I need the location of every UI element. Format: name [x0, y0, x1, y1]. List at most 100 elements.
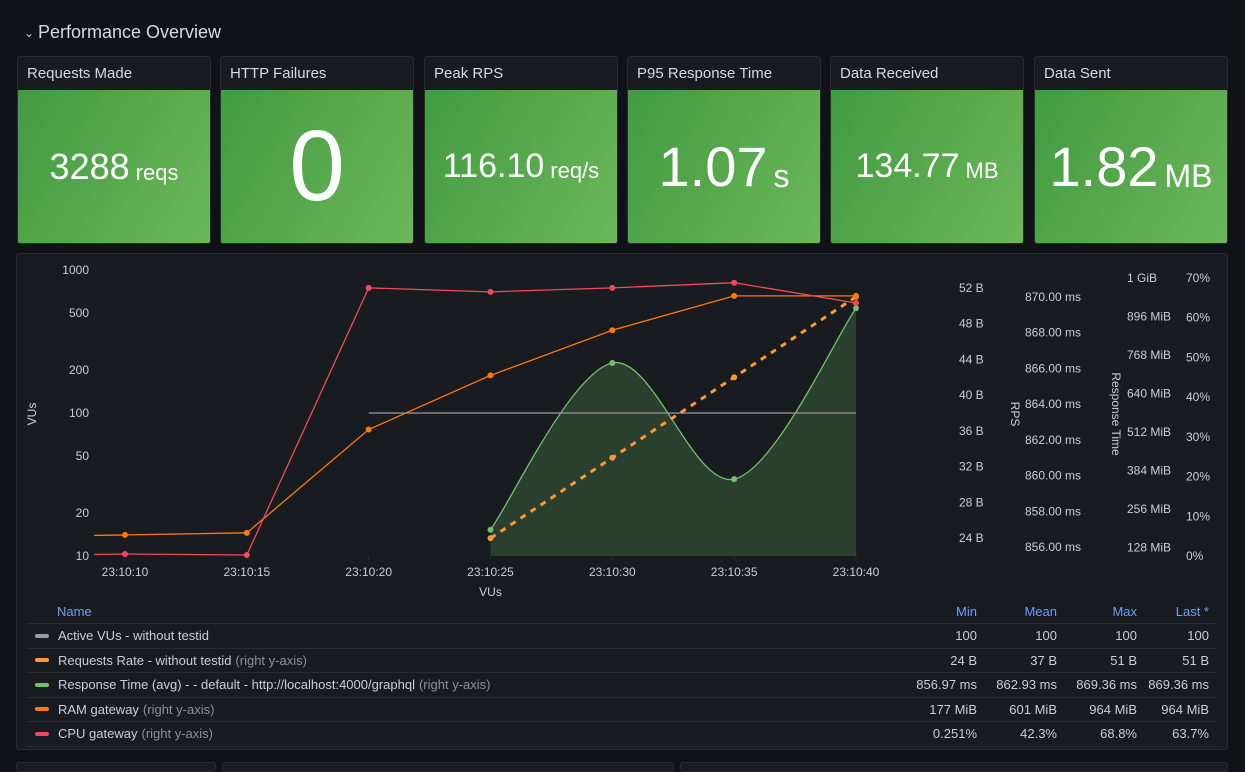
- series-color-swatch[interactable]: [35, 707, 49, 712]
- x-tick-label: 23:10:40: [833, 565, 880, 579]
- row-header-performance-overview[interactable]: ⌄ Performance Overview: [24, 20, 221, 44]
- series-area-fill: [490, 308, 856, 556]
- y-right1-tick-label: 40 B: [959, 388, 984, 402]
- next-panel-edge: [680, 762, 1228, 772]
- stat-value: 1.82: [1049, 135, 1159, 198]
- stat-panel-p95-response-time[interactable]: P95 Response Time 1.07 s: [627, 56, 821, 244]
- legend-series-label: Active VUs - without testid: [58, 628, 209, 644]
- legend-series-name[interactable]: RAM gateway (right y-axis): [27, 702, 867, 717]
- data-point: [853, 305, 859, 312]
- y-right3-tick-label: 256 MiB: [1127, 502, 1171, 516]
- legend-series-name[interactable]: CPU gateway (right y-axis): [27, 726, 867, 741]
- data-point: [609, 327, 616, 334]
- legend-min: 856.97 ms: [916, 677, 977, 693]
- legend-min: 177 MiB: [929, 701, 977, 717]
- legend-min: 24 B: [950, 652, 977, 668]
- y-rps-axis-label: RPS: [1008, 402, 1022, 427]
- y-right3-tick-label: 128 MiB: [1127, 541, 1171, 555]
- x-tick-label: 23:10:35: [711, 565, 758, 579]
- stat-body: 0: [221, 90, 413, 243]
- series-color-swatch[interactable]: [35, 633, 49, 638]
- stat-title: Data Sent: [1044, 65, 1111, 82]
- y-right4-tick-label: 40%: [1186, 390, 1210, 404]
- legend-last: 51 B: [1182, 652, 1209, 668]
- data-point: [487, 535, 494, 542]
- legend-min: 100: [955, 628, 977, 644]
- legend-axis-note: (right y-axis): [141, 726, 213, 742]
- legend-series-name[interactable]: Active VUs - without testid: [27, 628, 867, 643]
- timeseries-chart[interactable]: 23:10:10 23:10:15 23:10:20 23:10:25 23:10:30…: [17, 254, 1227, 599]
- legend-row[interactable]: Active VUs - without testid 100 100 100 100: [27, 624, 1217, 649]
- legend-series-label: Requests Rate - without testid: [58, 652, 232, 668]
- stat-unit: s: [773, 158, 790, 194]
- stat-panel-data-received[interactable]: Data Received 134.77 MB: [830, 56, 1024, 244]
- stat-title: HTTP Failures: [230, 65, 327, 82]
- stat-panel-data-sent[interactable]: Data Sent 1.82 MB: [1034, 56, 1228, 244]
- legend-axis-note: (right y-axis): [142, 701, 215, 717]
- data-point: [487, 372, 494, 379]
- next-panel-edge: [222, 762, 674, 772]
- legend-last: 964 MiB: [1161, 701, 1209, 717]
- y-response-time-axis-label: Response Time: [1109, 372, 1123, 456]
- legend-header-name[interactable]: Name: [27, 604, 867, 619]
- legend-series-name[interactable]: Requests Rate - without testid (right y-a…: [27, 653, 867, 668]
- y-left-tick-label: 100: [69, 406, 89, 420]
- legend-series-name[interactable]: Response Time (avg) - - default - http:/…: [27, 677, 867, 692]
- chevron-down-icon: ⌄: [24, 26, 35, 40]
- y-left-tick-label: 500: [69, 306, 89, 320]
- y-right1-tick-label: 32 B: [959, 460, 984, 474]
- legend-row[interactable]: RAM gateway (right y-axis) 177 MiB 601 MiB 9…: [27, 698, 1217, 722]
- y-right4-tick-label: 60%: [1186, 311, 1210, 325]
- y-right2-tick-label: 856.00 ms: [1025, 540, 1081, 554]
- legend-header-mean[interactable]: Mean: [977, 604, 1057, 619]
- row-title: Performance Overview: [38, 21, 222, 42]
- data-point: [365, 426, 372, 433]
- y-right3-tick-label: 896 MiB: [1127, 309, 1171, 323]
- data-point: [609, 454, 616, 461]
- legend-max: 964 MiB: [1089, 701, 1137, 717]
- y-right1-tick-label: 36 B: [959, 424, 984, 438]
- y-left-tick-label: 200: [69, 363, 89, 377]
- y-left-axis-label: VUs: [25, 403, 39, 426]
- y-right2-tick-label: 862.00 ms: [1025, 433, 1081, 447]
- stat-title: P95 Response Time: [637, 65, 773, 82]
- legend-row[interactable]: CPU gateway (right y-axis) 0.251% 42.3% 68.8…: [27, 722, 1217, 747]
- series-color-swatch[interactable]: [35, 731, 49, 736]
- stat-panel-http-failures[interactable]: HTTP Failures 0: [220, 56, 414, 244]
- y-left-tick-label: 20: [76, 506, 90, 520]
- stat-value: 134.77: [855, 147, 960, 185]
- series-color-swatch[interactable]: [35, 682, 49, 687]
- data-point: [487, 288, 494, 295]
- legend-header-last[interactable]: Last *: [1137, 604, 1217, 619]
- stat-panel-peak-rps[interactable]: Peak RPS 116.10 req/s: [424, 56, 618, 244]
- x-tick-label: 23:10:10: [102, 565, 149, 579]
- legend-row[interactable]: Requests Rate - without testid (right y-a…: [27, 649, 1217, 673]
- data-point: [609, 284, 616, 291]
- stat-unit: MB: [1164, 158, 1213, 194]
- data-point: [731, 476, 738, 483]
- legend-header-min[interactable]: Min: [867, 604, 977, 619]
- y-right2-tick-label: 864.00 ms: [1025, 397, 1081, 411]
- y-right3-tick-label: 512 MiB: [1127, 425, 1171, 439]
- y-right4-tick-label: 10%: [1186, 509, 1210, 523]
- data-point: [853, 292, 859, 299]
- x-axis-label: VUs: [479, 585, 502, 599]
- stat-panel-requests-made[interactable]: Requests Made 3288 reqs: [17, 56, 211, 244]
- legend-mean: 37 B: [1030, 652, 1057, 668]
- legend-last: 63.7%: [1172, 726, 1209, 742]
- y-right2-tick-label: 868.00 ms: [1025, 326, 1081, 340]
- legend-row[interactable]: Response Time (avg) - - default - http:/…: [27, 673, 1217, 698]
- y-right1-tick-label: 24 B: [959, 531, 984, 545]
- y-right1-tick-label: 28 B: [959, 495, 984, 509]
- legend-max: 100: [1115, 628, 1137, 644]
- y-right3-tick-label: 1 GiB: [1127, 271, 1157, 285]
- y-right4-tick-label: 20%: [1186, 470, 1210, 484]
- data-point: [365, 284, 372, 291]
- series-edge-stub: [93, 534, 126, 537]
- data-point: [731, 292, 738, 299]
- stat-body: 1.82 MB: [1035, 90, 1227, 243]
- legend-header-max[interactable]: Max: [1057, 604, 1137, 619]
- series-color-swatch[interactable]: [35, 658, 49, 663]
- legend-max: 869.36 ms: [1076, 677, 1137, 693]
- y-right4-tick-label: 50%: [1186, 350, 1210, 364]
